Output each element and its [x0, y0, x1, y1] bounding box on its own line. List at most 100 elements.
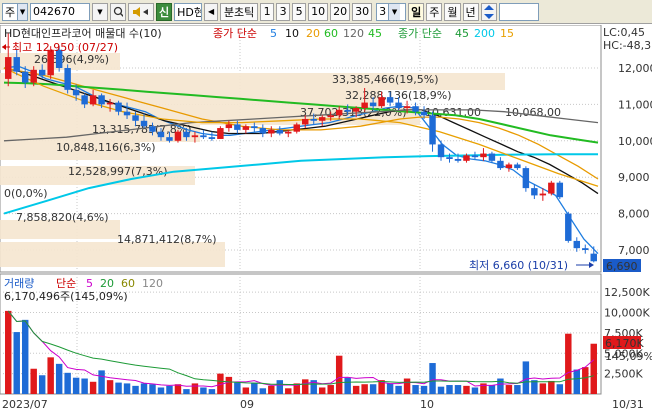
candle-body [556, 182, 564, 198]
volume-bar [590, 343, 597, 394]
x-label-10: 10 [420, 398, 434, 411]
volume-profile-label: 10,848,116(6,3%) [56, 141, 156, 154]
candle-body [5, 57, 12, 79]
search-button[interactable] [110, 2, 126, 21]
volume-bar [463, 385, 470, 394]
stock-code-input[interactable]: 042670 [30, 2, 90, 21]
period-3[interactable]: 3 [276, 2, 291, 21]
candle-body [242, 126, 250, 130]
period-5[interactable]: 5 [292, 2, 307, 21]
volume-bar [471, 387, 479, 394]
volume-bar [251, 382, 258, 394]
volume-bar [47, 357, 54, 394]
alert-speaker-button[interactable] [128, 2, 154, 21]
price-tick-label: 9,000 [618, 171, 650, 184]
candle-body [285, 131, 292, 134]
candle-body [276, 129, 284, 134]
price-tick-label: 10,000 [618, 135, 652, 148]
stock-name-label: HD현 [177, 5, 203, 19]
candle-body [72, 89, 80, 96]
candle-body [259, 128, 267, 134]
candle-body [590, 253, 597, 262]
credit-badge[interactable]: 신 [156, 2, 173, 21]
period-minute-tick[interactable]: 분초틱 [220, 2, 259, 21]
candle-body [234, 124, 241, 130]
volume-bar [81, 378, 88, 394]
volume-tick-label: 2,500K [604, 368, 643, 381]
volume-bar [140, 383, 148, 394]
volume-bar [395, 385, 402, 394]
candle-body [429, 115, 436, 145]
candle-body [81, 95, 88, 105]
volume-bar [225, 376, 233, 394]
x-label-2023-07: 2023/07 [2, 398, 48, 411]
period-month[interactable]: 월 [444, 2, 461, 21]
volume-bar [183, 389, 190, 394]
stock-name-field: HD현 [174, 2, 203, 21]
period-30[interactable]: 30 [352, 2, 373, 21]
interval-select[interactable]: 3 ▼ [376, 2, 407, 21]
volume-bar [38, 375, 46, 394]
x-label-09: 09 [240, 398, 254, 411]
period-year[interactable]: 년 [462, 2, 479, 21]
speaker-icon [133, 6, 148, 17]
volume-tick-label: 12,500K [604, 286, 650, 299]
candle-body [386, 97, 394, 103]
candle-body [302, 118, 309, 125]
candle-body [191, 135, 199, 138]
volume-profile-label: 0(0,0%) [4, 187, 48, 200]
market-select[interactable]: 주 ▼ [2, 2, 28, 21]
candle-body [310, 118, 317, 121]
high-label: 최고 12,950 (07/27) [12, 41, 118, 54]
candle-body [420, 111, 428, 116]
candle-body [89, 95, 97, 105]
candle-body [395, 102, 402, 109]
candle-body [115, 102, 122, 112]
extra-input[interactable] [498, 2, 539, 21]
candle-body [471, 155, 479, 158]
candle-body [157, 131, 165, 138]
volume-bar [573, 369, 581, 394]
candle-body [208, 137, 216, 139]
period-20[interactable]: 20 [330, 2, 351, 21]
period-day[interactable]: 일 [408, 2, 425, 21]
volume-bar [259, 388, 267, 394]
volume-bar [115, 382, 122, 394]
candle-body [437, 144, 445, 158]
period-week[interactable]: 주 [426, 2, 443, 21]
volume-bar [327, 385, 334, 394]
period-prev-button[interactable]: ◀ [204, 2, 219, 21]
ma-legend-5: 5 [270, 27, 277, 40]
candle-body [268, 129, 275, 134]
candle-body [344, 109, 351, 112]
candle-body [123, 111, 131, 116]
candle-body [488, 153, 496, 161]
period-20-label: 20 [333, 5, 348, 18]
ma-legend-45a: 45 [368, 27, 382, 40]
volume-legend-prefix: 단순 [56, 277, 76, 290]
period-10[interactable]: 10 [308, 2, 329, 21]
period-minute-tick-label: 분초틱 [223, 5, 255, 19]
updown-toggle-button[interactable] [480, 2, 497, 21]
volume-bar [21, 319, 29, 394]
volume-profile-label: 33,385,466(19,5%) [332, 73, 439, 86]
candle-body [412, 106, 419, 112]
candle-body [369, 102, 377, 107]
current-price-tag: 6,690 [603, 259, 641, 273]
stock-code-value: 042670 [33, 5, 75, 18]
volume-bar [565, 333, 572, 394]
volume-bar [386, 383, 394, 394]
candle-body [531, 188, 538, 196]
volume-bar [191, 383, 199, 394]
candle-body [565, 213, 572, 241]
ma-legend-120: 120 [343, 27, 364, 40]
stock-search-button[interactable]: ▼ [92, 2, 108, 21]
chart-area: 26,596(4,9%)33,385,466(19,5%)32,288,136(… [0, 25, 652, 411]
market-select-value: 주 [5, 5, 16, 19]
volume-bar [505, 385, 513, 394]
hc-label: HC:-48,3 [603, 39, 651, 52]
period-week-label: 주 [429, 5, 440, 19]
volume-bar [234, 382, 241, 394]
period-day-label: 일 [411, 5, 422, 19]
period-1[interactable]: 1 [260, 2, 275, 21]
